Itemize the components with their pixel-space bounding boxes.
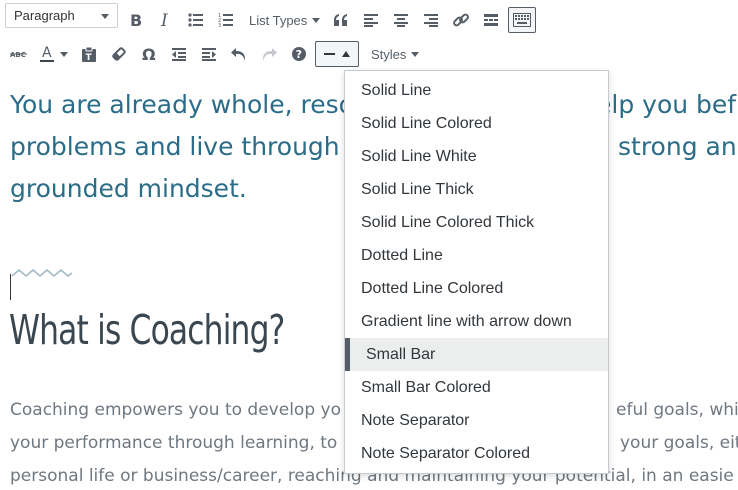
menu-item-solid-line[interactable]: Solid Line (345, 74, 608, 107)
styles-dropdown[interactable]: Styles (365, 39, 425, 69)
svg-text:I: I (160, 12, 168, 28)
blockquote-icon[interactable] (326, 5, 356, 35)
list-types-label: List Types (249, 12, 308, 28)
menu-item-solid-line-colored-thick[interactable]: Solid Line Colored Thick (345, 206, 608, 239)
strikethrough-icon[interactable]: ABC (4, 39, 34, 69)
indent-icon[interactable] (194, 39, 224, 69)
align-center-icon[interactable] (386, 5, 416, 35)
special-character-icon[interactable]: Ω (134, 39, 164, 69)
svg-text:ABC: ABC (10, 51, 26, 59)
chevron-down-icon[interactable] (60, 51, 68, 57)
chevron-down-icon (312, 17, 321, 23)
help-icon[interactable]: ? (284, 39, 314, 69)
menu-item-dotted-line-colored[interactable]: Dotted Line Colored (345, 272, 608, 305)
lead-text-right: strong and (618, 132, 738, 161)
lead-text: problems and live through t (10, 132, 358, 161)
bold-icon[interactable]: B (121, 5, 151, 35)
align-left-icon[interactable] (356, 5, 386, 35)
page-heading: What is Coaching? (9, 306, 285, 354)
undo-icon[interactable] (224, 39, 254, 69)
menu-item-gradient-line-arrow[interactable]: Gradient line with arrow down (345, 305, 608, 338)
svg-text:3: 3 (218, 23, 221, 28)
svg-text:A: A (42, 45, 52, 61)
menu-item-small-bar[interactable]: Small Bar (345, 338, 608, 371)
chevron-down-icon (101, 14, 109, 19)
list-types-dropdown[interactable]: List Types (243, 5, 326, 35)
svg-text:?: ? (296, 48, 302, 61)
menu-item-solid-line-colored[interactable]: Solid Line Colored (345, 107, 608, 140)
link-icon[interactable] (446, 5, 476, 35)
menu-item-note-separator-colored[interactable]: Note Separator Colored (345, 437, 608, 470)
chevron-down-icon (411, 51, 420, 57)
menu-item-solid-line-thick[interactable]: Solid Line Thick (345, 173, 608, 206)
paste-as-text-icon[interactable]: T (74, 39, 104, 69)
styles-label: Styles (371, 46, 407, 62)
clear-formatting-icon[interactable] (104, 39, 134, 69)
outdent-icon[interactable] (164, 39, 194, 69)
format-select-value: Paragraph (14, 8, 75, 23)
menu-item-note-separator[interactable]: Note Separator (345, 404, 608, 437)
toolbar-toggle-icon[interactable] (508, 7, 537, 33)
numbered-list-icon[interactable]: 123 (211, 5, 241, 35)
menu-item-small-bar-colored[interactable]: Small Bar Colored (345, 371, 608, 404)
svg-text:B: B (130, 12, 142, 28)
bullet-list-icon[interactable] (181, 5, 211, 35)
horizontal-line-menu: Solid Line Solid Line Colored Solid Line… (344, 70, 609, 474)
read-more-icon[interactable] (476, 5, 506, 35)
editor-toolbar: Paragraph B I 123 List Types ABC A T Ω ?… (0, 0, 738, 72)
svg-text:T: T (86, 53, 93, 63)
lead-text: You are already whole, reso (10, 90, 354, 119)
text-color-icon[interactable]: A (34, 39, 60, 69)
lead-text-right: elp you bef (596, 90, 737, 119)
redo-icon[interactable] (254, 39, 284, 69)
horizontal-line-dropdown[interactable] (315, 41, 359, 67)
align-right-icon[interactable] (416, 5, 446, 35)
zigzag-separator-icon (10, 269, 73, 300)
italic-icon[interactable]: I (151, 5, 181, 35)
menu-item-dotted-line[interactable]: Dotted Line (345, 239, 608, 272)
svg-text:Ω: Ω (142, 46, 156, 62)
menu-item-solid-line-white[interactable]: Solid Line White (345, 140, 608, 173)
format-select[interactable]: Paragraph (5, 3, 118, 28)
